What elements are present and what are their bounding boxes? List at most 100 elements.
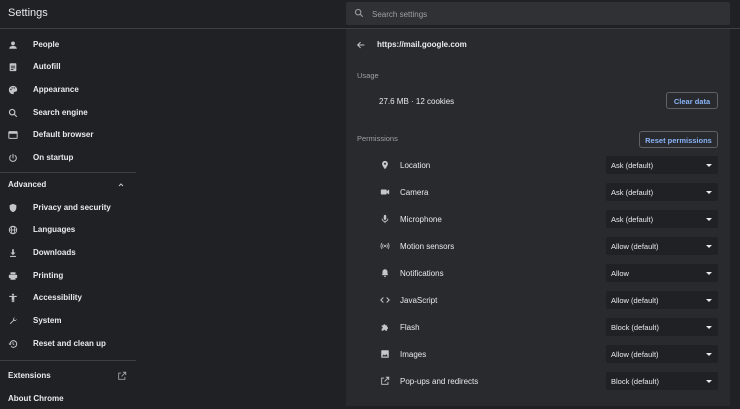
dropdown-caret-icon <box>706 191 712 194</box>
dropdown-caret-icon <box>706 245 712 248</box>
power-icon <box>8 153 18 163</box>
clipboard-icon <box>8 62 18 72</box>
search-input[interactable] <box>370 6 714 22</box>
dropdown-caret-icon <box>706 299 712 302</box>
sidebar-item-on-startup[interactable]: On startup <box>0 148 136 168</box>
dropdown-caret-icon <box>706 326 712 329</box>
history-icon <box>8 339 18 349</box>
open-external-icon <box>117 371 127 381</box>
sidebar-item-label: Default browser <box>33 130 94 139</box>
code-icon <box>380 295 390 305</box>
permission-row-motion-sensors: Motion sensors Allow (default) <box>346 232 730 259</box>
motion-sensors-select[interactable]: Allow (default) <box>606 237 718 255</box>
palette-icon <box>8 85 18 95</box>
sidebar-item-privacy[interactable]: Privacy and security <box>0 198 136 218</box>
select-value: Allow (default) <box>611 350 659 359</box>
select-value: Ask (default) <box>611 188 654 197</box>
bell-icon <box>380 268 390 278</box>
dropdown-caret-icon <box>706 353 712 356</box>
permission-label: Images <box>400 350 427 359</box>
shield-icon <box>8 203 18 213</box>
usage-label: Usage <box>357 71 379 80</box>
notifications-select[interactable]: Allow <box>606 264 718 282</box>
person-icon <box>8 40 18 50</box>
popups-select[interactable]: Block (default) <box>606 372 718 390</box>
sidebar-item-label: Appearance <box>33 85 79 94</box>
advanced-section-toggle[interactable]: Advanced <box>0 175 136 195</box>
permission-label: Notifications <box>400 269 444 278</box>
permission-row-notifications: Notifications Allow <box>346 259 730 286</box>
permissions-label: Permissions <box>357 134 398 143</box>
sidebar-item-languages[interactable]: Languages <box>0 220 136 240</box>
download-icon <box>8 248 18 258</box>
browser-icon <box>8 130 18 140</box>
permission-label: Flash <box>400 323 420 332</box>
camera-select[interactable]: Ask (default) <box>606 183 718 201</box>
sidebar: People Autofill Appearance Search engine… <box>0 29 136 406</box>
sidebar-item-people[interactable]: People <box>0 35 136 55</box>
sidebar-item-label: On startup <box>33 153 74 162</box>
microphone-select[interactable]: Ask (default) <box>606 210 718 228</box>
sidebar-item-extensions[interactable]: Extensions <box>0 366 136 386</box>
reset-permissions-button[interactable]: Reset permissions <box>639 131 718 148</box>
sidebar-item-label: People <box>33 40 60 49</box>
sidebar-divider <box>0 360 136 361</box>
sidebar-item-search-engine[interactable]: Search engine <box>0 103 136 123</box>
sidebar-item-printing[interactable]: Printing <box>0 266 136 286</box>
chevron-up-icon <box>117 181 125 189</box>
sidebar-item-default-browser[interactable]: Default browser <box>0 125 136 145</box>
app-title: Settings <box>8 7 48 19</box>
permission-row-javascript: JavaScript Allow (default) <box>346 286 730 313</box>
permission-row-microphone: Microphone Ask (default) <box>346 205 730 232</box>
microphone-icon <box>380 214 390 224</box>
sidebar-item-label: Autofill <box>33 62 61 71</box>
select-value: Allow (default) <box>611 296 659 305</box>
location-select[interactable]: Ask (default) <box>606 156 718 174</box>
search-box[interactable] <box>346 2 730 25</box>
sidebar-item-system[interactable]: System <box>0 311 136 331</box>
dropdown-caret-icon <box>706 380 712 383</box>
select-value: Allow <box>611 269 629 278</box>
permission-row-location: Location Ask (default) <box>346 151 730 178</box>
permission-label: Location <box>400 161 431 170</box>
permission-row-flash: Flash Block (default) <box>346 313 730 340</box>
permission-label: Camera <box>400 188 429 197</box>
wrench-icon <box>8 316 18 326</box>
sidebar-divider <box>0 172 136 173</box>
select-value: Block (default) <box>611 377 659 386</box>
sidebar-item-autofill[interactable]: Autofill <box>0 57 136 77</box>
open-external-icon <box>380 376 390 386</box>
select-value: Ask (default) <box>611 161 654 170</box>
permission-label: Pop-ups and redirects <box>400 377 479 386</box>
back-arrow-icon[interactable] <box>356 40 366 50</box>
select-value: Ask (default) <box>611 215 654 224</box>
accessibility-icon <box>8 293 18 303</box>
advanced-label: Advanced <box>8 180 47 189</box>
sidebar-item-label: Printing <box>33 271 64 280</box>
usage-summary: 27.6 MB · 12 cookies <box>379 97 455 106</box>
images-select[interactable]: Allow (default) <box>606 345 718 363</box>
dropdown-caret-icon <box>706 272 712 275</box>
site-settings-panel: https://mail.google.com Usage 27.6 MB · … <box>346 29 730 406</box>
dropdown-caret-icon <box>706 218 712 221</box>
sidebar-item-label: Accessibility <box>33 293 82 302</box>
site-url: https://mail.google.com <box>377 40 467 49</box>
permission-label: Motion sensors <box>400 242 455 251</box>
sidebar-item-about[interactable]: About Chrome <box>0 389 136 409</box>
sidebar-item-reset[interactable]: Reset and clean up <box>0 334 136 354</box>
javascript-select[interactable]: Allow (default) <box>606 291 718 309</box>
sidebar-item-label: System <box>33 316 62 325</box>
sidebar-item-appearance[interactable]: Appearance <box>0 80 136 100</box>
sidebar-item-label: Downloads <box>33 248 76 257</box>
motion-sensor-icon <box>380 241 390 251</box>
sidebar-item-accessibility[interactable]: Accessibility <box>0 288 136 308</box>
extensions-label: Extensions <box>8 371 51 380</box>
select-value: Allow (default) <box>611 242 659 251</box>
sidebar-item-downloads[interactable]: Downloads <box>0 243 136 263</box>
sidebar-item-label: Languages <box>33 225 76 234</box>
image-icon <box>380 349 390 359</box>
dropdown-caret-icon <box>706 164 712 167</box>
clear-data-button[interactable]: Clear data <box>666 92 718 109</box>
camera-icon <box>380 187 390 197</box>
flash-select[interactable]: Block (default) <box>606 318 718 336</box>
